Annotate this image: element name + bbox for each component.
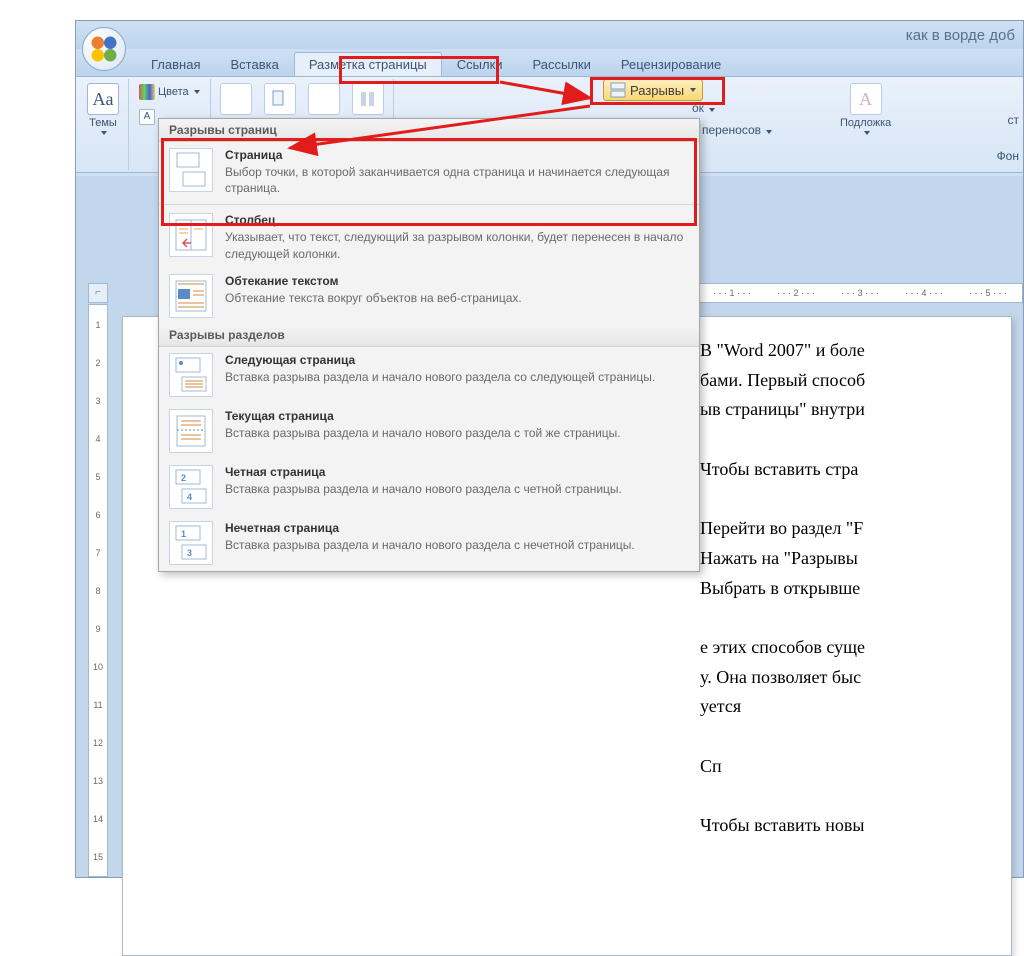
svg-text:2: 2: [181, 473, 186, 483]
columns-button[interactable]: [348, 81, 388, 117]
breaks-button[interactable]: Разрывы: [603, 79, 703, 101]
palette-icon: [139, 84, 155, 100]
svg-text:3: 3: [187, 548, 192, 558]
vertical-ruler[interactable]: 123456789101112131415161718: [88, 304, 108, 877]
breaks-dropdown: Разрывы страниц СтраницаВыбор точки, в к…: [158, 118, 700, 572]
hyphenation-fragment: а переносов: [692, 123, 772, 137]
title-bar: как в ворде доб: [76, 21, 1023, 49]
chevron-down-icon: [766, 130, 772, 134]
document-text: В "Word 2007" и боле бами. Первый способ…: [700, 336, 1023, 841]
even-page-icon: 24: [169, 465, 213, 509]
tab-review[interactable]: Рецензирование: [606, 52, 736, 76]
ribbon-group-themes: Aa Темы: [78, 79, 129, 170]
fonts-icon: A: [139, 109, 155, 125]
dropdown-item-next-page[interactable]: Следующая страницаВставка разрыва раздел…: [159, 347, 699, 403]
dropdown-item-page[interactable]: СтраницаВыбор точки, в которой заканчива…: [159, 142, 699, 202]
dropdown-section-section-breaks: Разрывы разделов: [159, 324, 699, 347]
dropdown-item-even-page[interactable]: 24 Четная страницаВставка разрыва раздел…: [159, 459, 699, 515]
odd-page-icon: 13: [169, 521, 213, 565]
dropdown-section-page-breaks: Разрывы страниц: [159, 119, 699, 142]
chevron-down-icon: [709, 108, 715, 112]
tab-mailings[interactable]: Рассылки: [518, 52, 606, 76]
tab-references[interactable]: Ссылки: [442, 52, 518, 76]
margins-button[interactable]: [216, 81, 256, 117]
chevron-down-icon: [864, 131, 870, 135]
dropdown-item-continuous[interactable]: Текущая страницаВставка разрыва раздела …: [159, 403, 699, 459]
horizontal-ruler[interactable]: · · · 1 · · ·· · · 2 · · ·· · · 3 · · ··…: [694, 283, 1023, 303]
breaks-icon: [610, 82, 626, 98]
svg-text:4: 4: [187, 492, 192, 502]
orientation-icon: [264, 83, 296, 115]
themes-button[interactable]: Aa Темы: [83, 81, 123, 137]
colors-button[interactable]: Цвета: [134, 81, 205, 103]
next-page-icon: [169, 353, 213, 397]
office-logo-icon: [89, 34, 119, 64]
line-numbers-fragment: ок: [692, 101, 715, 115]
page-color-fragment: ст: [1008, 113, 1020, 127]
dropdown-item-text-wrapping[interactable]: Обтекание текстомОбтекание текста вокруг…: [159, 268, 699, 324]
chevron-down-icon: [690, 88, 696, 92]
ruler-corner[interactable]: ⌐: [88, 283, 108, 303]
ribbon-tabs: Главная Вставка Разметка страницы Ссылки…: [76, 49, 1023, 77]
tab-insert[interactable]: Вставка: [215, 52, 293, 76]
text-wrap-icon: [169, 274, 213, 318]
margins-icon: [220, 83, 252, 115]
page-break-icon: [169, 148, 213, 192]
chevron-down-icon: [194, 90, 200, 94]
size-button[interactable]: [304, 81, 344, 117]
size-icon: [308, 83, 340, 115]
column-break-icon: [169, 213, 213, 257]
dropdown-item-odd-page[interactable]: 13 Нечетная страницаВставка разрыва разд…: [159, 515, 699, 571]
columns-icon: [352, 83, 384, 115]
chevron-down-icon: [101, 131, 107, 135]
tab-page-layout[interactable]: Разметка страницы: [294, 52, 442, 76]
office-button[interactable]: [82, 27, 126, 71]
page-background-label: Фон: [997, 149, 1019, 163]
orientation-button[interactable]: [260, 81, 300, 117]
themes-icon: Aa: [87, 83, 119, 115]
continuous-icon: [169, 409, 213, 453]
window-title: как в ворде доб: [906, 27, 1015, 44]
svg-text:1: 1: [181, 529, 186, 539]
watermark-button[interactable]: A Подложка: [836, 81, 895, 137]
watermark-icon: A: [850, 83, 882, 115]
tab-home[interactable]: Главная: [136, 52, 215, 76]
dropdown-item-column[interactable]: СтолбецУказывает, что текст, следующий з…: [159, 207, 699, 267]
themes-label: Темы: [89, 117, 117, 129]
